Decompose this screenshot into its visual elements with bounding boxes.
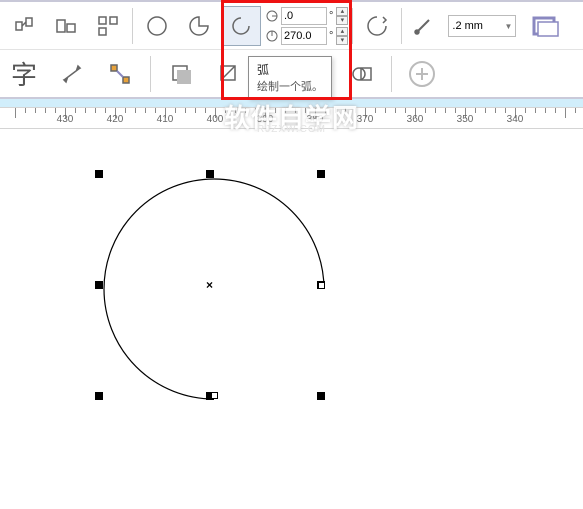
angle-start-icon [265,9,279,23]
shape-pie-button[interactable] [179,6,219,46]
selection-handle[interactable] [317,170,325,178]
angle-end-spinner[interactable]: ▴▾ [336,27,348,45]
add-button[interactable] [402,54,442,94]
ruler-label: 400 [207,114,224,125]
selection-handle[interactable] [317,392,325,400]
weld-tool-button[interactable] [341,54,381,94]
separator [132,8,133,44]
tab-strip [0,99,583,107]
ruler-label: 370 [357,114,374,125]
shape-ellipse-button[interactable] [137,6,177,46]
tool-snap[interactable] [4,6,44,46]
horizontal-ruler: 430 420 410 400 390 380 370 360 350 340 [0,107,583,129]
selection-handle[interactable] [95,281,103,289]
angle-start-spinner[interactable]: ▴▾ [336,7,348,25]
tooltip-title: 弧 [257,61,323,78]
ruler-label: 410 [157,114,174,125]
arc-shape[interactable] [0,129,583,509]
angle-start-input[interactable] [281,7,327,25]
selection-handle[interactable] [206,170,214,178]
angle-end-icon [265,29,279,43]
angle-end-input[interactable] [281,27,327,45]
outline-width-dropdown[interactable]: ▼ [501,22,515,31]
arc-angle-group: ° ▴▾ ° ▴▾ [265,7,348,45]
selection-handle[interactable] [95,392,103,400]
separator [401,8,402,44]
ruler-label: 420 [107,114,124,125]
shape-arc-button[interactable] [221,6,261,46]
ruler-label: 360 [407,114,424,125]
degree-symbol: ° [329,30,333,42]
outline-pen-icon[interactable] [406,6,440,46]
swap-direction-button[interactable] [357,6,397,46]
transparency-tool-button[interactable] [209,54,249,94]
ruler-label: 430 [57,114,74,125]
tooltip-desc: 绘制一个弧。 [257,78,323,94]
arc-tooltip: 弧 绘制一个弧。 [248,56,332,99]
ruler-label: 390 [257,114,274,125]
outline-width-combo[interactable]: ▼ [448,15,516,37]
dimension-tool-button[interactable] [52,54,92,94]
separator [391,56,392,92]
text-tool-button[interactable]: 字 [4,54,44,94]
drawing-canvas[interactable] [0,129,583,509]
connector-tool-button[interactable] [100,54,140,94]
ruler-label: 340 [507,114,524,125]
shadow-tool-button[interactable] [161,54,201,94]
tool-align[interactable] [46,6,86,46]
separator [150,56,151,92]
outline-width-input[interactable] [449,20,501,32]
outline-style-button[interactable] [526,6,566,46]
ruler-label: 350 [457,114,474,125]
arc-endpoint-handle[interactable] [318,282,325,289]
degree-symbol: ° [329,10,333,22]
separator [352,8,353,44]
selection-handle[interactable] [95,170,103,178]
ruler-label: 380 [307,114,324,125]
tool-distribute[interactable] [88,6,128,46]
arc-endpoint-handle[interactable] [211,392,218,399]
selection-center[interactable]: × [206,278,213,292]
